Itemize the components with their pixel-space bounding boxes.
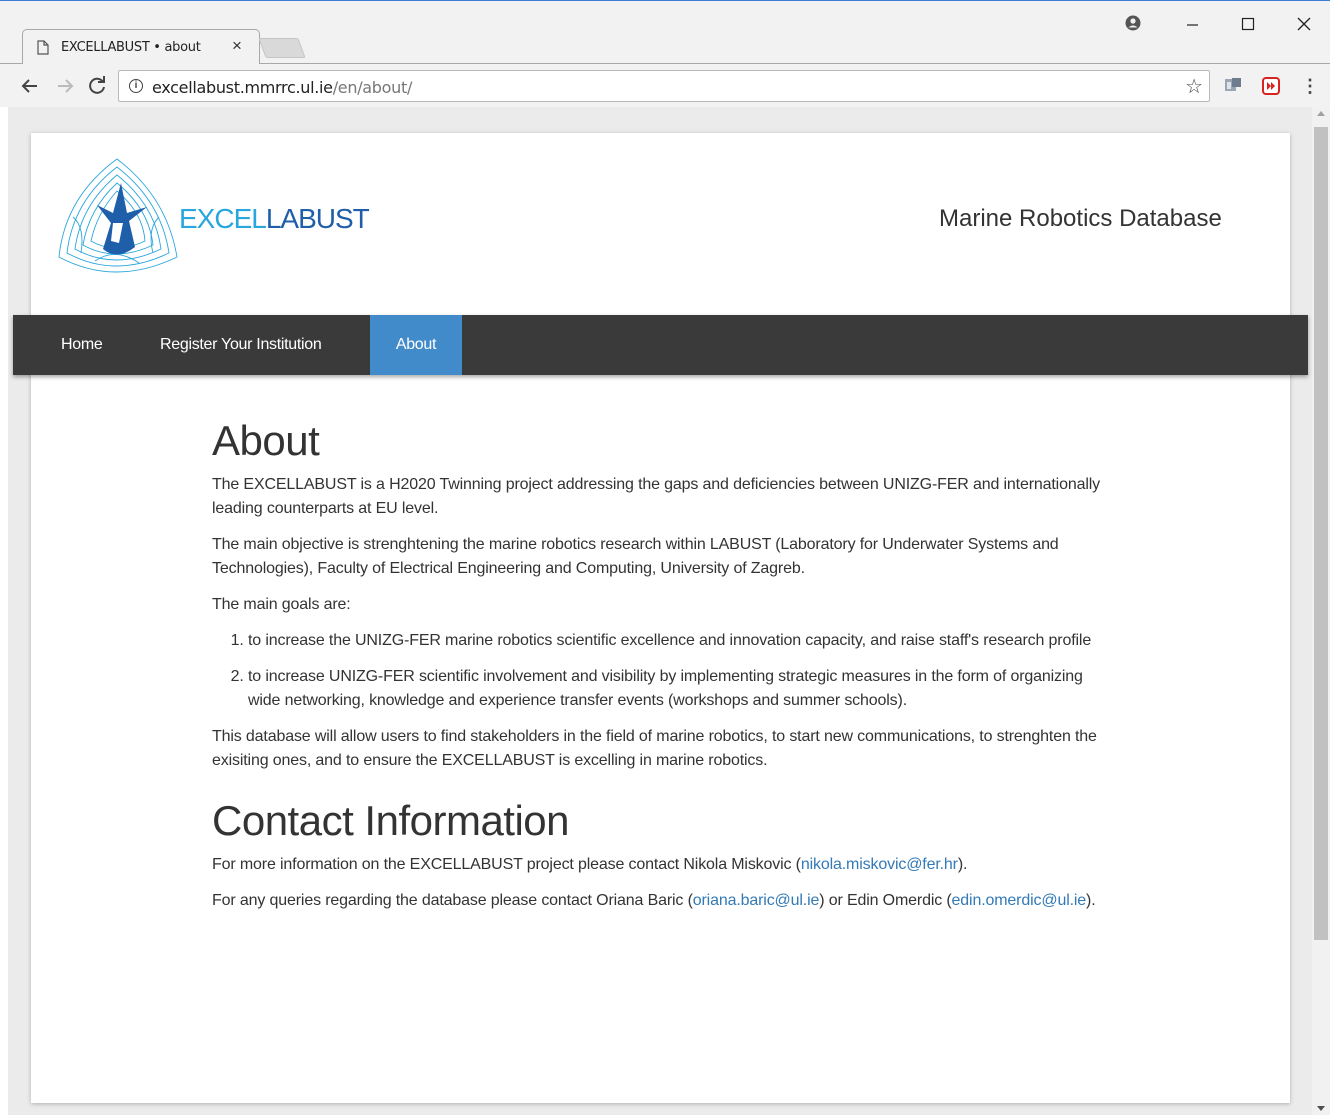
tab-title: EXCELLABUST • about [61, 40, 201, 55]
url-text[interactable]: excellabust.mmrrc.ul.ie/en/about/ [152, 78, 412, 97]
contact-line-1: For more information on the EXCELLABUST … [212, 853, 1112, 877]
page-icon [37, 40, 49, 55]
goal-item: to increase UNIZG-FER scientific involve… [248, 665, 1112, 713]
scrollbar[interactable] [1312, 107, 1330, 1115]
about-heading: About [212, 417, 320, 464]
site-subtitle: Marine Robotics Database [939, 205, 1222, 232]
nav-item-about[interactable]: About [370, 315, 462, 375]
contact-heading: Contact Information [212, 797, 570, 844]
window-close-icon[interactable] [1289, 10, 1319, 36]
email-link-miskovic[interactable]: nikola.miskovic@fer.hr [801, 856, 958, 873]
contact-line-2: For any queries regarding the database p… [212, 889, 1112, 913]
email-link-omerdic[interactable]: edin.omerdic@ul.ie [952, 892, 1087, 909]
goal-item: to increase the UNIZG-FER marine robotic… [248, 629, 1112, 653]
nav-item-home[interactable]: Home [39, 315, 124, 375]
minimize-icon[interactable] [1178, 10, 1208, 36]
about-paragraph-4: This database will allow users to find s… [212, 728, 1097, 769]
scroll-down-arrow[interactable] [1317, 1106, 1325, 1111]
back-icon[interactable] [18, 74, 42, 98]
contact-text: ) or Edin Omerdic ( [819, 892, 952, 909]
nav-item-register-institution[interactable]: Register Your Institution [138, 315, 344, 375]
goals-list: to increase the UNIZG-FER marine robotic… [248, 629, 1112, 713]
profile-icon[interactable] [1125, 15, 1141, 31]
browser-tab[interactable]: EXCELLABUST • about × [22, 29, 260, 64]
email-link-baric[interactable]: oriana.baric@ul.ie [693, 892, 820, 909]
forward-icon[interactable] [53, 74, 77, 98]
scroll-up-arrow[interactable] [1317, 111, 1325, 116]
maximize-icon[interactable] [1233, 10, 1263, 36]
contact-text: ). [957, 856, 968, 873]
url-path: /en/about/ [332, 78, 413, 97]
browser-chrome: EXCELLABUST • about × i excellabust.mmrr… [0, 0, 1330, 107]
excellabust-logo-icon[interactable] [55, 157, 181, 279]
tabstrip-divider-gap [23, 63, 259, 64]
contact-text: ). [1086, 892, 1096, 909]
brand-name-part1: EXCEL [179, 203, 267, 234]
url-host: excellabust.mmrrc.ul.ie [152, 78, 333, 97]
star-icon[interactable]: ☆ [1185, 74, 1203, 99]
about-paragraph-2: The main objective is strenghtening the … [212, 536, 1059, 577]
menu-icon[interactable]: ⋮ [1300, 75, 1320, 97]
contact-text: For more information on the EXCELLABUST … [212, 856, 801, 873]
extension-icon[interactable] [1224, 77, 1242, 93]
main-content: About The EXCELLABUST is a H2020 Twinnin… [212, 415, 1112, 925]
address-bar[interactable]: i excellabust.mmrrc.ul.ie/en/about/ ☆ [118, 70, 1210, 102]
scroll-thumb[interactable] [1314, 127, 1328, 940]
close-icon[interactable]: × [229, 36, 245, 56]
contact-text: For any queries regarding the database p… [212, 892, 693, 909]
window-top-border [0, 0, 1330, 1]
brand-name-part2: LABUST [265, 203, 370, 234]
info-icon[interactable]: i [129, 79, 143, 93]
about-paragraph-1: The EXCELLABUST is a H2020 Twinning proj… [212, 476, 1100, 517]
about-paragraph-3: The main goals are: [212, 596, 351, 613]
new-tab-button[interactable] [258, 38, 306, 58]
brand-name[interactable]: EXCELLABUST [179, 203, 370, 235]
extension-red-icon[interactable] [1262, 77, 1280, 95]
reload-icon[interactable] [85, 74, 109, 98]
main-navbar: Home Register Your Institution About [13, 315, 1308, 375]
